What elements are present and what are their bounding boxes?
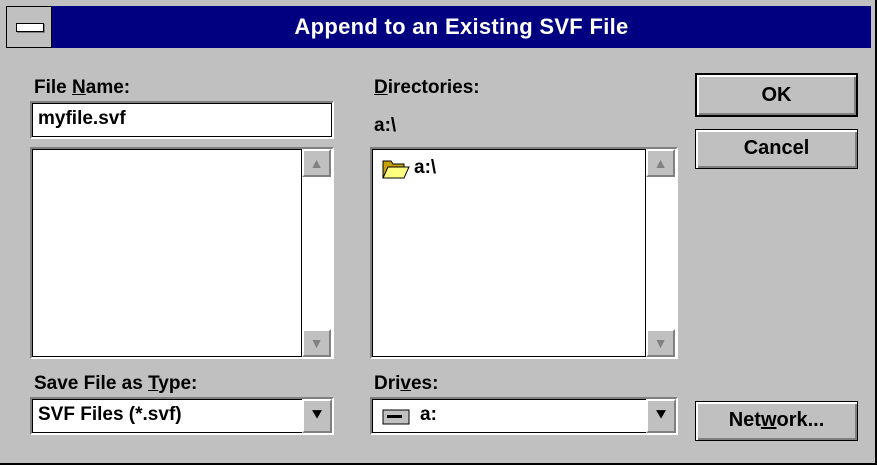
scroll-down-arrow-icon[interactable]: ▼ bbox=[302, 329, 331, 357]
file-list[interactable]: ▲ ▼ bbox=[30, 147, 334, 359]
save-type-label: Save File as Type: bbox=[34, 373, 198, 394]
drives-label: Drives: bbox=[374, 373, 439, 394]
current-directory: a:\ bbox=[374, 115, 397, 136]
network-button[interactable]: Network... bbox=[695, 401, 858, 441]
directory-list-scrollbar[interactable]: ▲ ▼ bbox=[645, 149, 676, 357]
save-type-dropdown[interactable]: SVF Files (*.svf) ⯆ bbox=[30, 397, 334, 435]
dropdown-arrow-icon[interactable]: ⯆ bbox=[302, 399, 332, 433]
cancel-button[interactable]: Cancel bbox=[695, 129, 858, 169]
window-title: Append to an Existing SVF File bbox=[294, 14, 629, 39]
drives-value: a: bbox=[420, 404, 437, 425]
file-name-value: myfile.svf bbox=[38, 108, 126, 129]
directory-list[interactable]: a:\ ▲ ▼ bbox=[370, 147, 678, 359]
file-name-input[interactable]: myfile.svf bbox=[30, 101, 334, 139]
file-list-scrollbar[interactable]: ▲ ▼ bbox=[301, 149, 332, 357]
title-bar[interactable]: Append to an Existing SVF File bbox=[6, 6, 871, 48]
directory-item-label: a:\ bbox=[414, 157, 437, 178]
open-folder-icon bbox=[382, 160, 410, 179]
scroll-down-arrow-icon[interactable]: ▼ bbox=[646, 329, 675, 357]
drives-dropdown[interactable]: a: ⯆ bbox=[370, 397, 678, 435]
system-menu-icon[interactable] bbox=[6, 6, 52, 48]
list-item[interactable]: a:\ bbox=[374, 151, 634, 185]
directories-label: Directories: bbox=[374, 77, 480, 98]
floppy-drive-icon bbox=[382, 409, 410, 425]
ok-button[interactable]: OK bbox=[695, 73, 858, 117]
dropdown-arrow-icon[interactable]: ⯆ bbox=[646, 399, 676, 433]
append-svf-dialog: Append to an Existing SVF File File Name… bbox=[0, 0, 877, 465]
save-type-value: SVF Files (*.svf) bbox=[38, 404, 182, 425]
scroll-up-arrow-icon[interactable]: ▲ bbox=[302, 149, 331, 177]
scroll-up-arrow-icon[interactable]: ▲ bbox=[646, 149, 675, 177]
file-name-label: File Name: bbox=[34, 77, 131, 98]
